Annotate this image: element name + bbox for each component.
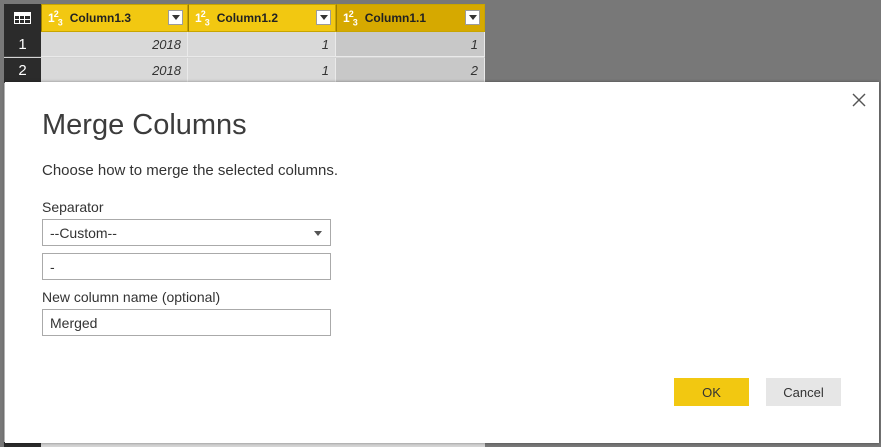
filter-dropdown-icon[interactable] [465,10,480,25]
column-header-column1-1[interactable]: 123 Column1.1 [336,4,485,32]
chevron-down-icon [314,231,322,236]
ok-button[interactable]: OK [674,378,749,406]
number-type-icon[interactable]: 123 [343,9,358,27]
table-cell[interactable]: 2018 [41,32,188,57]
dialog-title: Merge Columns [42,109,247,141]
new-column-name-input[interactable] [42,309,331,336]
separator-selected-value: --Custom-- [50,224,117,241]
row-number[interactable]: 1 [4,32,41,57]
column-header-label: Column1.2 [216,11,279,25]
custom-separator-input[interactable] [42,253,331,280]
table-cell[interactable]: 1 [188,58,336,83]
merge-columns-dialog: Merge Columns Choose how to merge the se… [5,82,879,443]
filter-dropdown-icon[interactable] [168,10,183,25]
table-cell[interactable]: 2 [336,58,485,83]
table-menu-button[interactable] [4,4,41,32]
number-type-icon[interactable]: 123 [195,9,210,27]
separator-label: Separator [42,199,104,215]
dialog-subtitle: Choose how to merge the selected columns… [42,162,338,179]
row-number[interactable]: 2 [4,58,41,83]
cancel-button[interactable]: Cancel [766,378,841,406]
column-header-column1-2[interactable]: 123 Column1.2 [188,4,336,32]
column-header-label: Column1.1 [364,11,427,25]
table-cell[interactable]: 2018 [41,58,188,83]
separator-dropdown[interactable]: --Custom-- [42,219,331,246]
table-cell[interactable]: 1 [188,32,336,57]
table-icon [14,12,31,24]
table-cell[interactable]: 1 [336,32,485,57]
table-row: 2 2018 1 2 [4,58,485,83]
table-row: 1 2018 1 1 [4,32,485,57]
filter-dropdown-icon[interactable] [316,10,331,25]
column-header-column1-3[interactable]: 123 Column1.3 [41,4,188,32]
column-header-label: Column1.3 [69,11,132,25]
close-icon[interactable] [851,92,867,108]
new-column-name-label: New column name (optional) [42,289,221,305]
number-type-icon[interactable]: 123 [48,9,63,27]
grid-header: 123 Column1.3 123 Column1.2 123 Column1.… [4,4,485,32]
